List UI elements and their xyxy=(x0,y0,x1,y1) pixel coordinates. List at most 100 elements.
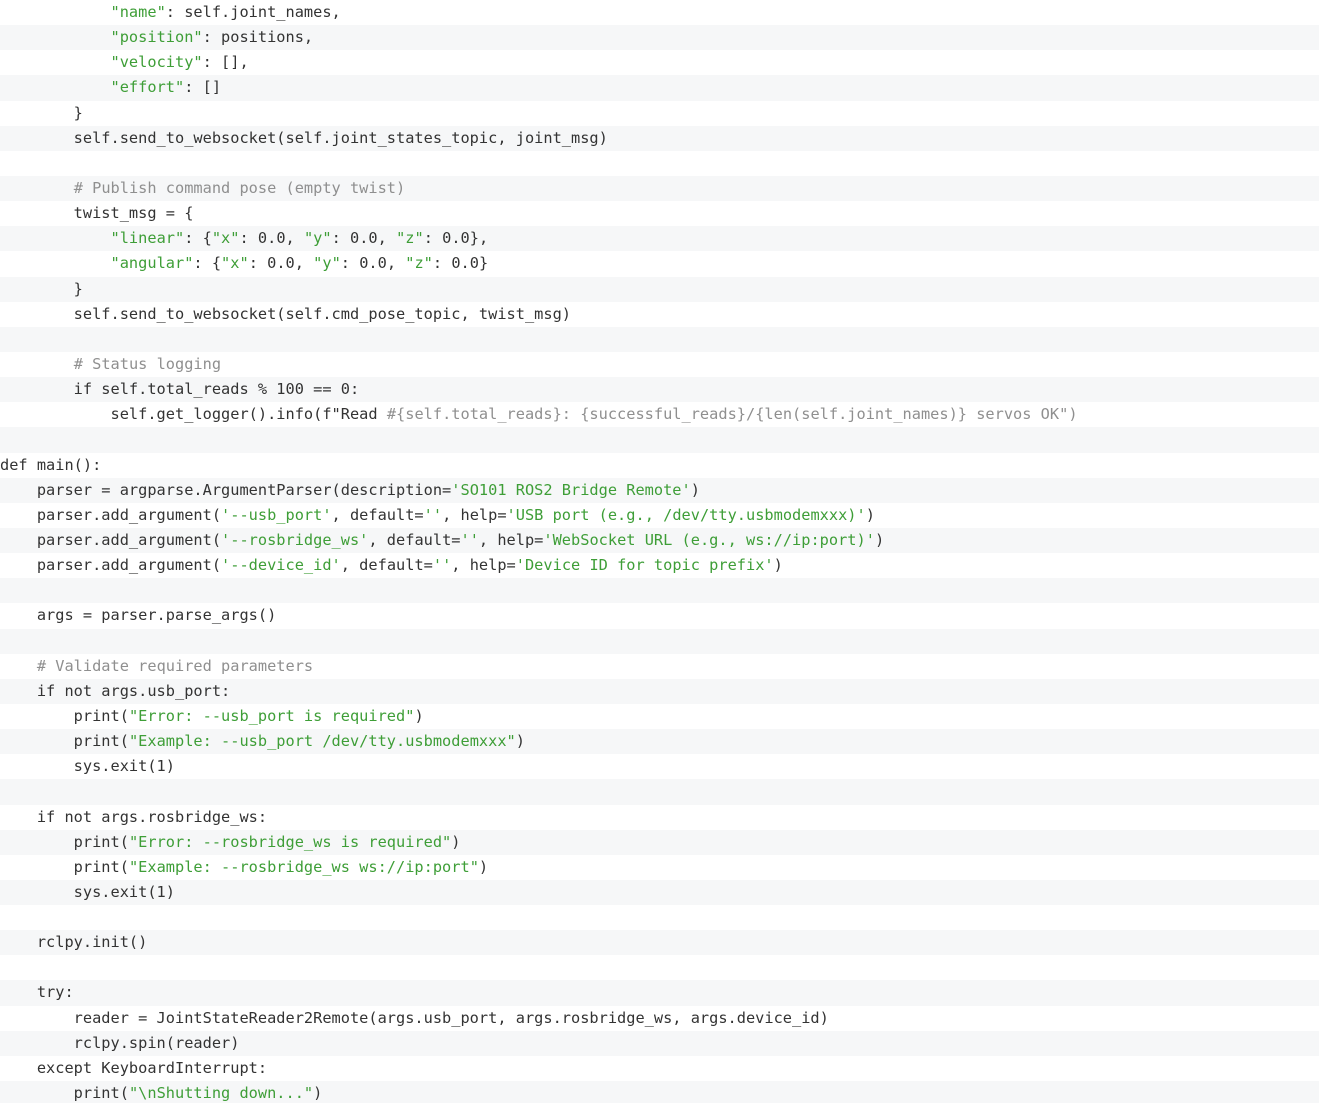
string-token: "y" xyxy=(313,254,341,273)
code-token: : self.joint_names, xyxy=(165,3,341,21)
code-token: ) xyxy=(515,732,525,751)
comment-token: #{self.total_reads}: {successful_reads}/… xyxy=(386,405,1078,424)
string-token: 'USB port (e.g., /dev/tty.usbmodemxxx)' xyxy=(506,505,866,524)
code-token: : [] xyxy=(184,78,222,97)
code-line: print("Error: --usb_port is required") xyxy=(0,704,1319,729)
code-token: self.send_to_websocket(self.joint_states… xyxy=(0,128,608,147)
code-token: sys.exit(1) xyxy=(0,882,175,901)
code-line: print("Example: --rosbridge_ws ws://ip:p… xyxy=(0,855,1319,880)
code-token: rclpy.spin(reader) xyxy=(0,1033,240,1052)
code-token: : 0.0, xyxy=(331,229,397,248)
code-line xyxy=(0,779,1319,805)
code-line: # Validate required parameters xyxy=(0,654,1319,679)
code-token: } xyxy=(0,103,83,122)
code-line: if not args.usb_port: xyxy=(0,678,1319,704)
string-token: "y" xyxy=(303,229,332,248)
code-token: self.send_to_websocket(self.cmd_pose_top… xyxy=(0,304,571,323)
code-line: if self.total_reads % 100 == 0: xyxy=(0,377,1319,403)
code-token: , help= xyxy=(478,530,544,549)
code-token: } xyxy=(0,279,83,298)
string-token: '' xyxy=(423,505,443,524)
string-token: "angular" xyxy=(110,254,194,273)
code-line: self.get_logger().info(f"Read #{self.tot… xyxy=(0,402,1319,427)
code-line: # Status logging xyxy=(0,352,1319,377)
code-token: print( xyxy=(0,706,129,725)
code-token: , default= xyxy=(331,505,424,524)
code-token: , default= xyxy=(368,530,461,549)
code-line: } xyxy=(0,276,1319,302)
string-token: 'Device ID for topic prefix' xyxy=(515,556,774,575)
code-token: : { xyxy=(193,254,222,273)
code-token: , help= xyxy=(442,505,507,524)
code-token: args = parser.parse_args() xyxy=(0,606,277,625)
code-line: sys.exit(1) xyxy=(0,879,1319,906)
code-token: ) xyxy=(478,857,489,876)
code-token: : [], xyxy=(202,53,249,72)
string-token: "Example: --usb_port /dev/tty.usbmodemxx… xyxy=(128,732,516,751)
code-token: print( xyxy=(0,857,129,876)
string-token: 'WebSocket URL (e.g., ws://ip:port)' xyxy=(543,530,875,549)
code-line xyxy=(0,427,1319,453)
code-token: parser.add_argument( xyxy=(0,556,222,575)
string-token: '' xyxy=(432,556,452,575)
code-token: parser = argparse.ArgumentParser(descrip… xyxy=(0,480,452,499)
code-line xyxy=(0,578,1319,604)
string-token: "name" xyxy=(110,3,166,21)
code-line: reader = JointStateReader2Remote(args.us… xyxy=(0,1006,1319,1031)
code-token: : 0.0, xyxy=(239,229,304,248)
code-line: except KeyboardInterrupt: xyxy=(0,1056,1319,1081)
string-token: "velocity" xyxy=(110,53,203,72)
code-line xyxy=(0,628,1319,654)
code-token: except KeyboardInterrupt: xyxy=(0,1058,268,1077)
string-token: '' xyxy=(460,530,479,549)
code-token: sys.exit(1) xyxy=(0,757,175,776)
code-token: , help= xyxy=(451,556,516,575)
code-token: parser.add_argument( xyxy=(0,505,222,524)
code-line: "position": positions, xyxy=(0,25,1319,51)
code-line: print("Error: --rosbridge_ws is required… xyxy=(0,829,1319,855)
string-token: "z" xyxy=(405,254,433,273)
code-line: "angular": {"x": 0.0, "y": 0.0, "z": 0.0… xyxy=(0,251,1319,276)
code-line: # Publish command pose (empty twist) xyxy=(0,175,1319,202)
code-token: ) xyxy=(451,832,461,851)
code-line: "velocity": [], xyxy=(0,50,1319,75)
code-token: def main(): xyxy=(0,455,102,474)
string-token: "x" xyxy=(221,254,249,273)
string-token: "Error: --usb_port is required" xyxy=(128,706,415,725)
string-token: '--usb_port' xyxy=(221,505,332,524)
code-token: print( xyxy=(0,832,129,851)
comment-token: # Status logging xyxy=(73,354,222,373)
code-line: print("\nShutting down...") xyxy=(0,1081,1319,1103)
code-line: self.send_to_websocket(self.joint_states… xyxy=(0,125,1319,151)
code-line xyxy=(0,326,1319,352)
code-line: rclpy.spin(reader) xyxy=(0,1030,1319,1056)
code-line: twist_msg = { xyxy=(0,201,1319,226)
code-token: : 0.0} xyxy=(432,254,489,273)
code-line: args = parser.parse_args() xyxy=(0,603,1319,628)
code-line: parser.add_argument('--usb_port', defaul… xyxy=(0,503,1319,528)
string-token: '--device_id' xyxy=(221,556,341,575)
code-token: twist_msg = { xyxy=(0,204,194,223)
code-token: ) xyxy=(874,530,885,549)
code-token: : { xyxy=(184,229,212,248)
code-line: parser.add_argument('--device_id', defau… xyxy=(0,553,1319,578)
code-token: if not args.usb_port: xyxy=(0,681,231,700)
code-token: : 0.0, xyxy=(340,254,406,273)
code-token: print( xyxy=(0,732,129,751)
code-token: ) xyxy=(865,505,875,524)
comment-token: # Validate required parameters xyxy=(36,656,314,675)
code-token: ) xyxy=(313,1084,323,1103)
code-token: self.get_logger().info(f"Read xyxy=(0,405,387,424)
code-line: "linear": {"x": 0.0, "y": 0.0, "z": 0.0}… xyxy=(0,226,1319,252)
string-token: "effort" xyxy=(110,78,185,97)
